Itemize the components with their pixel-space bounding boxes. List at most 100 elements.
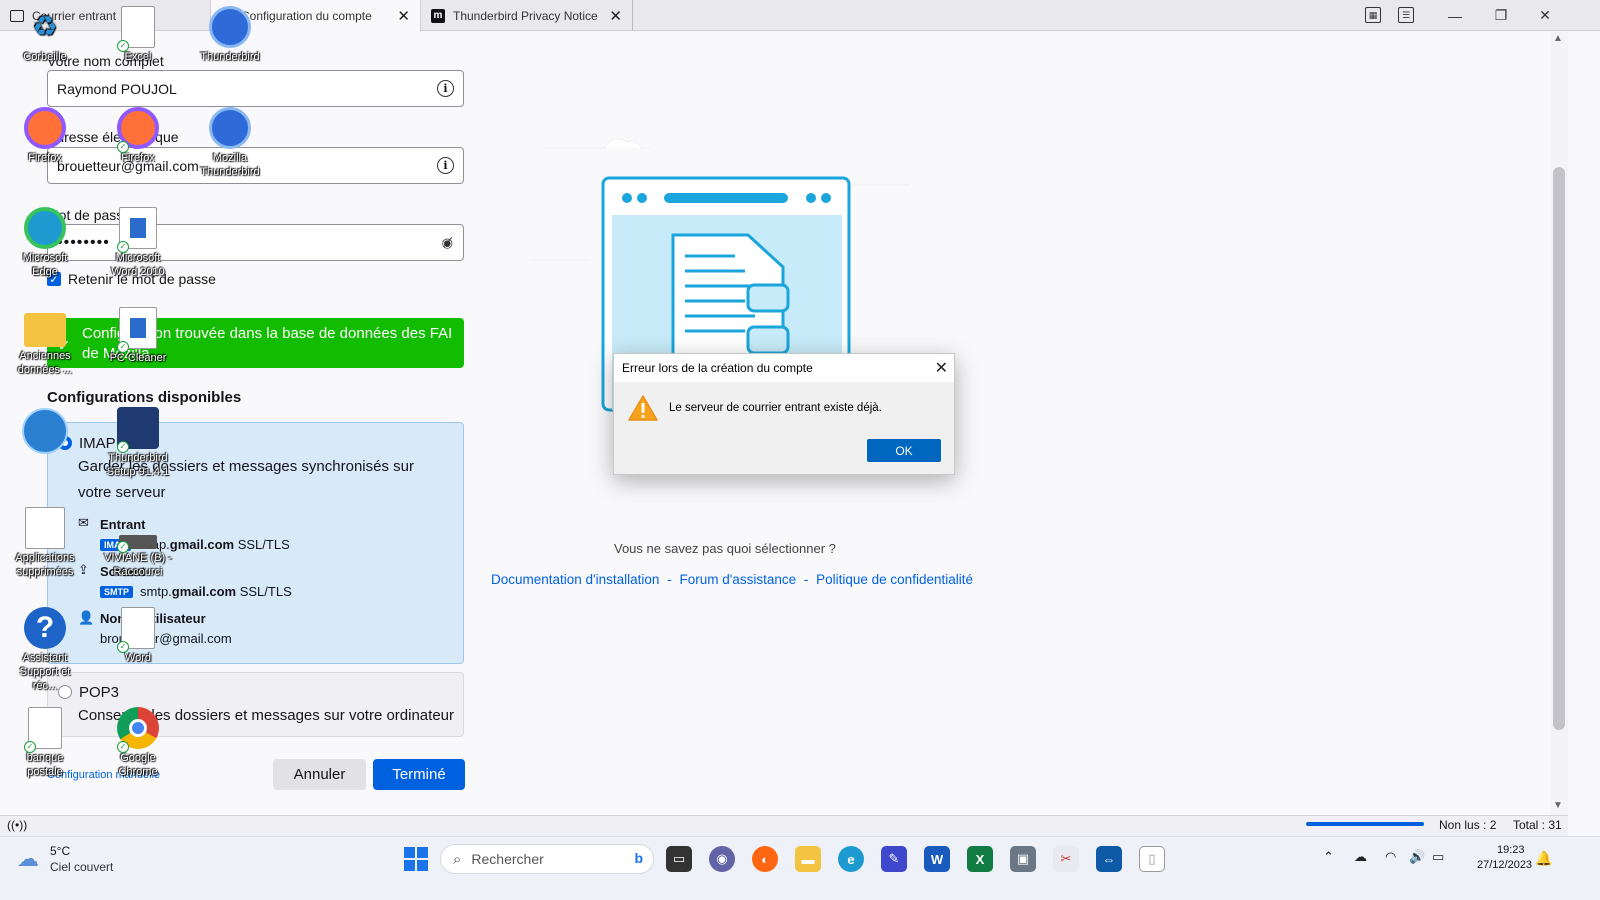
configs-title: Configurations disponibles [47,389,242,406]
link-separator: - [667,572,672,587]
dialog-title: Erreur lors de la création du compte [622,361,813,375]
sync-ok-icon: ✓ [117,241,129,253]
desktop-icon-deleted-apps[interactable]: Applications supprimées [10,507,80,579]
sync-ok-icon: ✓ [117,141,129,153]
globe-icon[interactable] [22,408,68,454]
privacy-link[interactable]: Politique de confidentialité [816,572,973,587]
unread-count: Non lus : 2 [1439,818,1497,832]
chat-icon[interactable]: ◉ [709,846,735,872]
thunderbird-icon [209,6,251,48]
mozilla-icon: m [431,8,445,23]
info-icon[interactable]: i [437,80,454,97]
tasks-icon[interactable]: ☰ [1398,7,1414,23]
dialog-titlebar: Erreur lors de la création du compte [614,354,954,382]
desktop-icon-viviane-shortcut[interactable]: ✓ VIVIANE (B) - Raccourci [103,507,173,579]
chevron-up-icon[interactable]: ⌃ [1323,849,1334,865]
sync-ok-icon: ✓ [24,741,36,753]
weather-icon[interactable]: ☁ [17,846,39,872]
desktop-icon-edge[interactable]: Microsoft Edge [10,207,80,279]
scrollbar-thumb[interactable] [1553,167,1565,730]
help-text: Vous ne savez pas quoi sélectionner ? [614,541,836,556]
sync-ok-icon: ✓ [117,40,129,52]
ok-button[interactable]: OK [867,439,941,462]
dialog-message: Le serveur de courrier entrant existe dé… [669,402,882,414]
search-placeholder: Rechercher [471,851,544,867]
info-icon[interactable]: i [437,157,454,174]
total-count: Total : 31 [1513,818,1562,832]
close-icon[interactable]: ✕ [609,7,622,25]
tab-privacy-notice[interactable]: m Thunderbird Privacy Notice ✕ [421,0,633,31]
desktop-icon-excel[interactable]: ✓ Excel [103,6,173,64]
name-field[interactable]: Raymond POUJOL i [47,70,464,107]
sync-ok-icon: ✓ [117,741,129,753]
file-explorer-icon[interactable]: ▬ [795,846,821,872]
firefox-icon[interactable]: ◐ [752,846,778,872]
clock-time[interactable]: 19:23 [1497,844,1525,856]
bing-icon[interactable]: b [634,850,643,866]
hide-password-icon[interactable]: ◉̸ [442,235,454,251]
desktop-icon-pc-cleaner[interactable]: ✓ PC Cleaner [103,307,173,365]
pen-app-icon[interactable]: ✎ [881,846,907,872]
word-icon[interactable]: W [924,846,950,872]
battery-icon[interactable]: ▭ [1432,849,1444,865]
forum-link[interactable]: Forum d'assistance [679,572,796,587]
desktop-icon-firefox[interactable]: Firefox [10,107,80,165]
sync-ok-icon: ✓ [117,441,129,453]
start-button[interactable] [404,847,428,871]
minimize-button[interactable]: — [1432,0,1478,31]
link-separator: - [803,572,809,587]
desktop-icon-firefox-2[interactable]: ✓ Firefox [103,107,173,165]
sync-ok-icon: ✓ [117,341,129,353]
teamviewer-icon[interactable]: ⇔ [1096,846,1122,872]
scroll-down-icon[interactable]: ▼ [1553,800,1563,811]
connection-icon[interactable]: ((•)) [7,818,27,832]
task-view-icon[interactable]: ▭ [666,846,692,872]
desktop-icon-word-2010[interactable]: ✓ Microsoft Word 2010 [103,207,173,279]
firefox-icon [24,107,66,149]
error-dialog: Erreur lors de la création du compte ✕ L… [613,353,955,475]
progress-bar [1306,822,1424,826]
desktop-icon-mozilla-thunderbird[interactable]: Mozilla Thunderbird [195,107,265,179]
edge-icon[interactable]: e [838,846,864,872]
window-close-button[interactable]: ✕ [1522,0,1568,31]
file-icon[interactable]: ▯ [1139,846,1165,872]
weather-temp: 5°C [50,844,71,858]
search-icon: ⌕ [453,850,462,868]
calendar-icon[interactable]: ▦ [1365,7,1381,23]
document-list-icon [25,507,65,549]
thunderbird-icon [209,107,251,149]
warning-icon [628,395,658,421]
desktop-icon-google-chrome[interactable]: ✓ Google Chrome [103,707,173,779]
desktop-icon-thunderbird[interactable]: Thunderbird [195,6,265,64]
snipping-icon[interactable]: ✂ [1053,846,1079,872]
sync-ok-icon: ✓ [117,541,129,553]
dialog-close-button[interactable]: ✕ [935,358,948,378]
onedrive-icon[interactable]: ☁ [1354,849,1367,865]
desktop-icon-banque-postale[interactable]: ✓ banque postale [10,707,80,779]
cancel-button[interactable]: Annuler [273,759,366,790]
user-icon: 👤 [78,610,95,625]
docs-link[interactable]: Documentation d'installation [491,572,659,587]
clock-date[interactable]: 27/12/2023 [1477,859,1532,871]
excel-icon[interactable]: X [967,846,993,872]
desktop-icon-word[interactable]: ✓ Word [103,607,173,665]
edge-icon [24,207,66,249]
smtp-badge: SMTP [100,586,134,598]
computer-icon[interactable]: ▣ [1010,846,1036,872]
close-icon[interactable]: ✕ [397,7,410,25]
done-button[interactable]: Terminé [373,759,465,790]
desktop-icon-old-data[interactable]: Anciennes données ... [10,307,80,377]
wifi-icon[interactable]: ◠ [1385,849,1396,865]
sync-ok-icon: ✓ [117,641,129,653]
scroll-up-icon[interactable]: ▲ [1553,33,1563,44]
help-icon: ? [24,607,66,649]
desktop-icon-thunderbird-setup[interactable]: ✓ Thunderbird Setup 91.4.1 [103,407,173,479]
desktop-icon-support-assistant[interactable]: ? Assistant Support et réc... [10,607,80,693]
volume-icon[interactable]: 🔊 [1409,849,1425,865]
desktop-icon-recycle-bin[interactable]: ♻ Corbeille [10,6,80,64]
taskbar-search[interactable]: ⌕ Rechercher b [440,844,654,874]
folder-icon [24,313,66,347]
notification-icon[interactable]: 🔔 [1535,850,1552,867]
maximize-button[interactable]: ❐ [1478,0,1524,31]
pop3-label: POP3 [79,684,120,701]
